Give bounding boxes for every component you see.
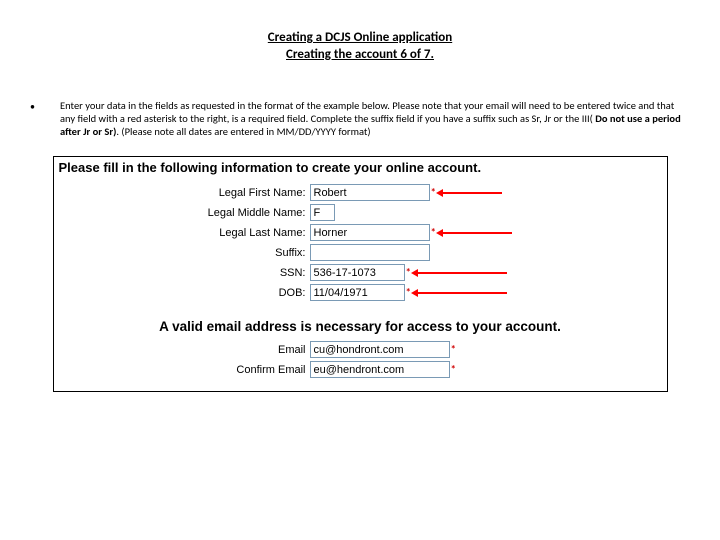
required-asterisk: *: [451, 343, 456, 356]
instruction-text: Enter your data in the fields as request…: [60, 99, 690, 138]
arrow-annotation: [442, 192, 502, 194]
email-section: Email * Confirm Email *: [55, 338, 666, 390]
label-last-name: Legal Last Name:: [55, 227, 310, 239]
arrow-annotation: [417, 292, 507, 294]
email-section-header: A valid email address is necessary for a…: [55, 313, 666, 338]
label-dob: DOB:: [55, 287, 310, 299]
input-suffix[interactable]: [310, 244, 430, 261]
bullet-marker: •: [30, 99, 60, 113]
input-ssn[interactable]: [310, 264, 405, 281]
label-middle-name: Legal Middle Name:: [55, 207, 310, 219]
arrow-annotation: [417, 272, 507, 274]
instruction-text-part1: Enter your data in the fields as request…: [60, 99, 674, 125]
title-line-1: Creating a DCJS Online application: [30, 30, 690, 47]
form-header: Please fill in the following information…: [55, 158, 666, 177]
label-ssn: SSN:: [55, 267, 310, 279]
row-last-name: Legal Last Name: *: [55, 223, 666, 242]
row-first-name: Legal First Name: *: [55, 183, 666, 202]
page-title: Creating a DCJS Online application Creat…: [30, 30, 690, 64]
label-confirm-email: Confirm Email: [55, 364, 310, 376]
input-last-name[interactable]: [310, 224, 430, 241]
input-first-name[interactable]: [310, 184, 430, 201]
input-middle-name[interactable]: [310, 204, 335, 221]
input-confirm-email[interactable]: [310, 361, 450, 378]
title-line-2: Creating the account 6 of 7.: [30, 47, 690, 64]
row-email: Email *: [55, 340, 666, 359]
row-confirm-email: Confirm Email *: [55, 360, 666, 379]
personal-info-section: Legal First Name: * Legal Middle Name: L…: [55, 177, 666, 313]
input-dob[interactable]: [310, 284, 405, 301]
input-email[interactable]: [310, 341, 450, 358]
label-suffix: Suffix:: [55, 247, 310, 259]
row-suffix: Suffix:: [55, 243, 666, 262]
label-email: Email: [55, 344, 310, 356]
row-ssn: SSN: *: [55, 263, 666, 282]
row-dob: DOB: *: [55, 283, 666, 302]
required-asterisk: *: [451, 363, 456, 376]
row-middle-name: Legal Middle Name:: [55, 203, 666, 222]
form-screenshot-panel: Please fill in the following information…: [53, 156, 668, 392]
arrow-annotation: [442, 232, 512, 234]
instruction-bullet: • Enter your data in the fields as reque…: [30, 99, 690, 138]
instruction-text-part2: . (Please note all dates are entered in …: [116, 125, 370, 138]
label-first-name: Legal First Name:: [55, 187, 310, 199]
